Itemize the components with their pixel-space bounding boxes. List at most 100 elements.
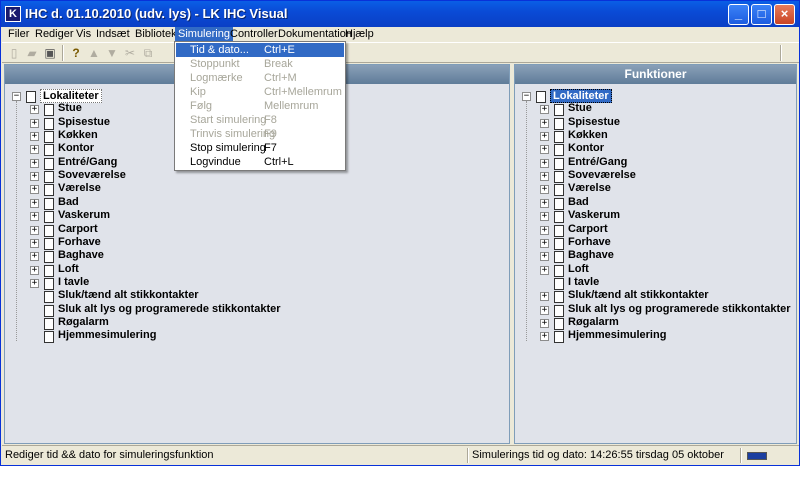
expand-icon[interactable]: + [540,238,549,248]
expand-icon[interactable]: + [540,265,549,275]
menu-item-kip[interactable]: Kip Ctrl+Mellemrum [176,85,344,99]
checkbox-icon[interactable] [44,291,54,304]
upload-icon[interactable]: ▲ [86,45,102,61]
cut-icon[interactable]: ✂ [122,45,138,61]
checkbox-icon[interactable] [44,197,54,210]
checkbox-icon[interactable] [554,264,564,277]
menu-controller[interactable]: Controller [227,27,281,42]
checkbox-icon[interactable] [26,91,36,103]
checkbox-icon[interactable] [554,224,564,237]
checkbox-icon[interactable] [44,251,54,264]
menu-indsaet[interactable]: Indsæt [93,27,133,42]
expand-icon[interactable]: + [30,225,39,235]
collapse-icon[interactable]: − [522,92,531,101]
menu-item-trinvis-simulering[interactable]: Trinvis simulering F9 [176,127,344,141]
checkbox-icon[interactable] [554,291,564,304]
expand-icon[interactable]: + [540,252,549,262]
checkbox-icon[interactable] [44,264,54,277]
functions-tree-root-label[interactable]: Lokaliteter [550,89,612,103]
menu-vis[interactable]: Vis [73,27,94,42]
title-bar[interactable]: K IHC d. 01.10.2010 (udv. lys) - LK IHC … [1,1,799,27]
menu-item-følg[interactable]: Følg Mellemrum [176,99,344,113]
checkbox-icon[interactable] [554,277,564,290]
checkbox-icon[interactable] [44,237,54,250]
locations-tree-root-label[interactable]: Lokaliteter [40,89,102,103]
menu-filer[interactable]: Filer [5,27,32,42]
expand-icon[interactable]: + [540,332,549,342]
checkbox-icon[interactable] [44,184,54,197]
checkbox-icon[interactable] [554,184,564,197]
collapse-icon[interactable]: − [12,92,21,101]
expand-icon[interactable]: + [540,158,549,168]
expand-icon[interactable]: + [30,185,39,195]
expand-icon[interactable]: + [30,198,39,208]
expand-icon[interactable]: + [30,132,39,142]
expand-icon[interactable]: + [30,172,39,182]
save-icon[interactable]: ▣ [42,45,58,61]
checkbox-icon[interactable] [536,91,546,103]
checkbox-icon[interactable] [554,171,564,184]
menu-hjaelp[interactable]: Hjælp [342,27,377,42]
expand-icon[interactable]: + [540,318,549,328]
maximize-button[interactable]: □ [751,4,772,25]
expand-icon[interactable]: + [540,198,549,208]
help-icon[interactable]: ? [68,45,84,61]
checkbox-icon[interactable] [554,211,564,224]
menu-item-logvindue[interactable]: Logvindue Ctrl+L [176,155,344,169]
checkbox-icon[interactable] [554,331,564,344]
close-button[interactable]: × [774,4,795,25]
expand-icon[interactable]: + [30,158,39,168]
checkbox-icon[interactable] [44,317,54,330]
expand-icon[interactable]: + [540,105,549,115]
checkbox-icon[interactable] [44,157,54,170]
checkbox-icon[interactable] [554,251,564,264]
expand-icon[interactable]: + [540,132,549,142]
checkbox-icon[interactable] [554,157,564,170]
expand-icon[interactable]: + [30,212,39,222]
menu-item-stoppunkt[interactable]: Stoppunkt Break [176,57,344,71]
expand-icon[interactable]: + [30,238,39,248]
menu-item-start-simulering[interactable]: Start simulering F8 [176,113,344,127]
checkbox-icon[interactable] [44,104,54,117]
checkbox-icon[interactable] [44,144,54,157]
checkbox-icon[interactable] [554,117,564,130]
checkbox-icon[interactable] [44,131,54,144]
expand-icon[interactable]: + [30,118,39,128]
new-document-icon[interactable]: ▯ [6,45,22,61]
menu-simulering[interactable]: Simulering [175,27,233,42]
checkbox-icon[interactable] [554,304,564,317]
menu-rediger[interactable]: Rediger [32,27,77,42]
menu-item-logmærke[interactable]: Logmærke Ctrl+M [176,71,344,85]
copy-icon[interactable]: ⧉ [140,45,156,61]
expand-icon[interactable]: + [540,172,549,182]
checkbox-icon[interactable] [554,144,564,157]
expand-icon[interactable]: + [30,278,39,288]
expand-icon[interactable]: + [30,145,39,155]
expand-icon[interactable]: + [30,252,39,262]
minimize-button[interactable]: _ [728,4,749,25]
open-folder-icon[interactable]: ▰ [24,45,40,61]
checkbox-icon[interactable] [44,277,54,290]
menu-item-tid-dato[interactable]: Tid & dato... Ctrl+E [176,43,344,57]
checkbox-icon[interactable] [554,197,564,210]
checkbox-icon[interactable] [44,331,54,344]
expand-icon[interactable]: + [540,185,549,195]
expand-icon[interactable]: + [540,305,549,315]
checkbox-icon[interactable] [44,304,54,317]
checkbox-icon[interactable] [44,211,54,224]
menu-bibliotek[interactable]: Bibliotek [132,27,180,42]
expand-icon[interactable]: + [540,118,549,128]
expand-icon[interactable]: + [540,292,549,302]
expand-icon[interactable]: + [540,212,549,222]
checkbox-icon[interactable] [554,104,564,117]
checkbox-icon[interactable] [554,317,564,330]
expand-icon[interactable]: + [540,225,549,235]
download-icon[interactable]: ▼ [104,45,120,61]
checkbox-icon[interactable] [554,131,564,144]
menu-item-stop-simulering[interactable]: Stop simulering F7 [176,141,344,155]
expand-icon[interactable]: + [30,265,39,275]
expand-icon[interactable]: + [30,105,39,115]
checkbox-icon[interactable] [44,224,54,237]
expand-icon[interactable]: + [540,145,549,155]
checkbox-icon[interactable] [554,237,564,250]
